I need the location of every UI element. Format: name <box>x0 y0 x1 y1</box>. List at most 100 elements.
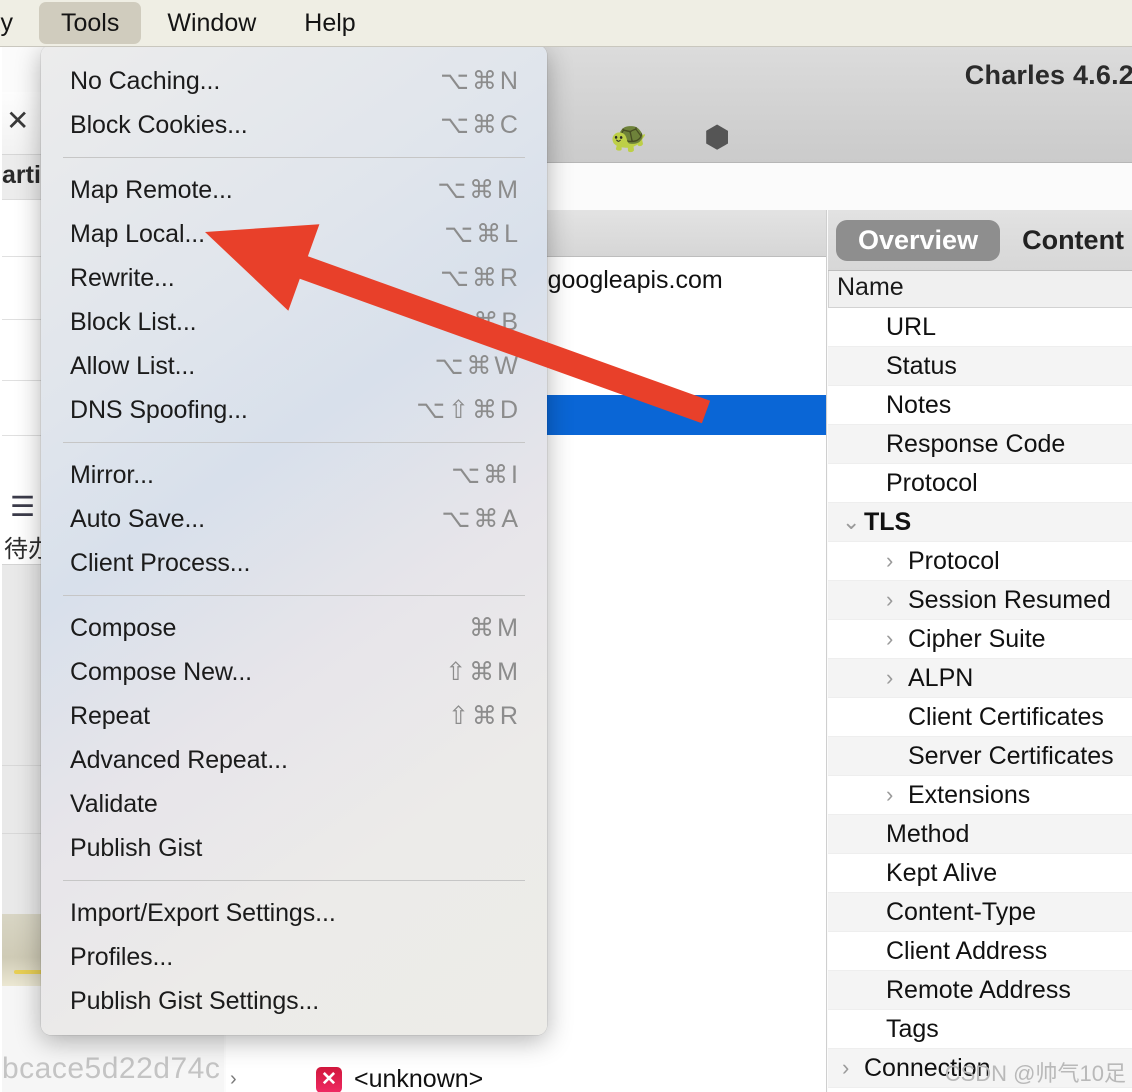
menu-item-shortcut: ⇧⌘M <box>445 658 521 686</box>
menu-item[interactable]: Block Cookies... ⌥⌘C <box>41 103 547 147</box>
menu-item-label: Compose <box>70 613 177 642</box>
detail-row[interactable]: Tags <box>828 1010 1132 1049</box>
detail-row[interactable]: URL <box>828 308 1132 347</box>
detail-row[interactable]: Server Certificates <box>828 737 1132 776</box>
detail-row[interactable]: › Protocol <box>828 542 1132 581</box>
menu-item[interactable]: Mirror... ⌥⌘I <box>41 453 547 497</box>
detail-row-label: Kept Alive <box>886 859 998 887</box>
tab-overview[interactable]: Overview <box>836 219 1001 261</box>
left-sliver-tab-label: arti <box>2 161 41 189</box>
menu-item-shortcut: ⇧⌘R <box>447 702 521 730</box>
menu-item-label: Repeat <box>70 701 151 730</box>
chevron-right-icon[interactable]: › <box>230 1068 237 1091</box>
detail-row-label: Notes <box>886 391 952 419</box>
menu-item-label: Import/Export Settings... <box>70 898 336 927</box>
detail-row[interactable]: › ALPN <box>828 659 1132 698</box>
detail-row-label: WebSockets <box>864 1088 1004 1092</box>
menu-item[interactable]: Publish Gist Settings... <box>41 979 547 1023</box>
detail-property-list: URL Status Notes Response Code Protocol ⌄ TLS ›… <box>828 308 1132 1092</box>
menu-item-label: Client Process... <box>70 548 251 577</box>
detail-row[interactable]: › WebSockets <box>828 1088 1132 1092</box>
menu-item[interactable]: Validate <box>41 782 547 826</box>
menu-item-shortcut: ⌘M <box>469 614 521 642</box>
detail-row-label: TLS <box>864 508 912 536</box>
menu-item-shortcut: ⌥⌘L <box>444 220 521 248</box>
detail-row[interactable]: Remote Address <box>828 971 1132 1010</box>
menu-item-label: Compose New... <box>70 657 253 686</box>
menu-item[interactable]: Map Remote... ⌥⌘M <box>41 168 547 212</box>
detail-row-label: Content-Type <box>886 898 1037 926</box>
breakpoint-hexagon-icon[interactable]: ⬢ <box>704 118 730 158</box>
detail-row[interactable]: Status <box>828 347 1132 386</box>
menubar-item-help[interactable]: Help <box>282 2 377 44</box>
detail-row-label: Method <box>886 820 970 848</box>
detail-row-label: Protocol <box>886 469 978 497</box>
detail-tab-bar: Overview Content <box>828 210 1132 271</box>
menubar-item-tools[interactable]: Tools <box>39 2 142 44</box>
menu-item[interactable]: Rewrite... ⌥⌘R <box>41 256 547 300</box>
menu-item-shortcut: ⌘B <box>473 308 521 336</box>
menu-item-label: Allow List... <box>70 351 196 380</box>
menu-separator <box>41 585 547 606</box>
detail-row[interactable]: Protocol <box>828 464 1132 503</box>
menu-item[interactable]: Map Local... ⌥⌘L <box>41 212 547 256</box>
chevron-right-icon[interactable]: › <box>886 581 893 619</box>
close-icon[interactable]: ✕ <box>6 106 29 136</box>
window-title: Charles 4.6.2 <box>964 60 1132 90</box>
session-row-label: <unknown> <box>354 1065 484 1092</box>
detail-row-label: Server Certificates <box>908 742 1114 770</box>
chevron-down-icon[interactable]: ⌄ <box>842 503 860 541</box>
chevron-right-icon[interactable]: › <box>886 659 893 697</box>
menu-item-label: Validate <box>70 789 158 818</box>
detail-row[interactable]: Client Certificates <box>828 698 1132 737</box>
detail-row[interactable]: › Cipher Suite <box>828 620 1132 659</box>
menubar-item-window[interactable]: Window <box>145 2 278 44</box>
menu-item[interactable]: Publish Gist <box>41 826 547 870</box>
menu-item[interactable]: Client Process... <box>41 541 547 585</box>
menu-item-label: Map Local... <box>70 219 205 248</box>
throttle-turtle-icon[interactable]: 🐢 <box>610 118 647 158</box>
menubar: xy Tools Window Help <box>0 0 1132 47</box>
menu-item-label: Block List... <box>70 307 197 336</box>
detail-row[interactable]: Client Address <box>828 932 1132 971</box>
detail-row[interactable]: Kept Alive <box>828 854 1132 893</box>
chevron-right-icon[interactable]: › <box>842 1088 849 1092</box>
detail-row[interactable]: › Extensions <box>828 776 1132 815</box>
menu-item[interactable]: DNS Spoofing... ⌥⇧⌘D <box>41 388 547 432</box>
menu-item[interactable]: Auto Save... ⌥⌘A <box>41 497 547 541</box>
menu-item-label: DNS Spoofing... <box>70 395 248 424</box>
tools-dropdown-menu[interactable]: No Caching... ⌥⌘N Block Cookies... ⌥⌘C Map R… <box>41 45 547 1035</box>
error-x-icon: ✕ <box>316 1066 342 1092</box>
detail-row[interactable]: ⌄ TLS <box>828 503 1132 542</box>
chevron-right-icon[interactable]: › <box>886 542 893 580</box>
detail-row[interactable]: Notes <box>828 386 1132 425</box>
menu-item-label: Publish Gist Settings... <box>70 986 320 1015</box>
menu-item[interactable]: Repeat ⇧⌘R <box>41 694 547 738</box>
chevron-right-icon[interactable]: › <box>886 776 893 814</box>
menu-item-shortcut: ⌥⌘C <box>440 111 521 139</box>
session-row-unknown-1[interactable]: ✕ <unknown> <box>316 1065 483 1092</box>
detail-row[interactable]: › Session Resumed <box>828 581 1132 620</box>
menu-item[interactable]: Block List... ⌘B <box>41 300 547 344</box>
chevron-right-icon[interactable]: › <box>842 1049 849 1087</box>
detail-row[interactable]: Response Code <box>828 425 1132 464</box>
detail-row[interactable]: Content-Type <box>828 893 1132 932</box>
detail-row-label: Remote Address <box>886 976 1071 1004</box>
detail-row-label: Session Resumed <box>908 586 1111 614</box>
tab-contents[interactable]: Content <box>1000 220 1132 261</box>
menu-item[interactable]: Import/Export Settings... <box>41 891 547 935</box>
menu-item-shortcut: ⌥⌘A <box>441 505 521 533</box>
checklist-icon: ☰ <box>10 491 36 522</box>
menubar-item-proxy[interactable]: xy <box>0 2 35 44</box>
menu-item[interactable]: Advanced Repeat... <box>41 738 547 782</box>
menu-item[interactable]: No Caching... ⌥⌘N <box>41 59 547 103</box>
menu-item[interactable]: Compose ⌘M <box>41 606 547 650</box>
detail-row-label: Extensions <box>908 781 1031 809</box>
menu-item[interactable]: Profiles... <box>41 935 547 979</box>
chevron-right-icon[interactable]: › <box>886 620 893 658</box>
menu-separator <box>41 147 547 168</box>
menu-item[interactable]: Allow List... ⌥⌘W <box>41 344 547 388</box>
detail-row[interactable]: Method <box>828 815 1132 854</box>
detail-column-header-label: Name <box>837 273 904 301</box>
menu-item[interactable]: Compose New... ⇧⌘M <box>41 650 547 694</box>
